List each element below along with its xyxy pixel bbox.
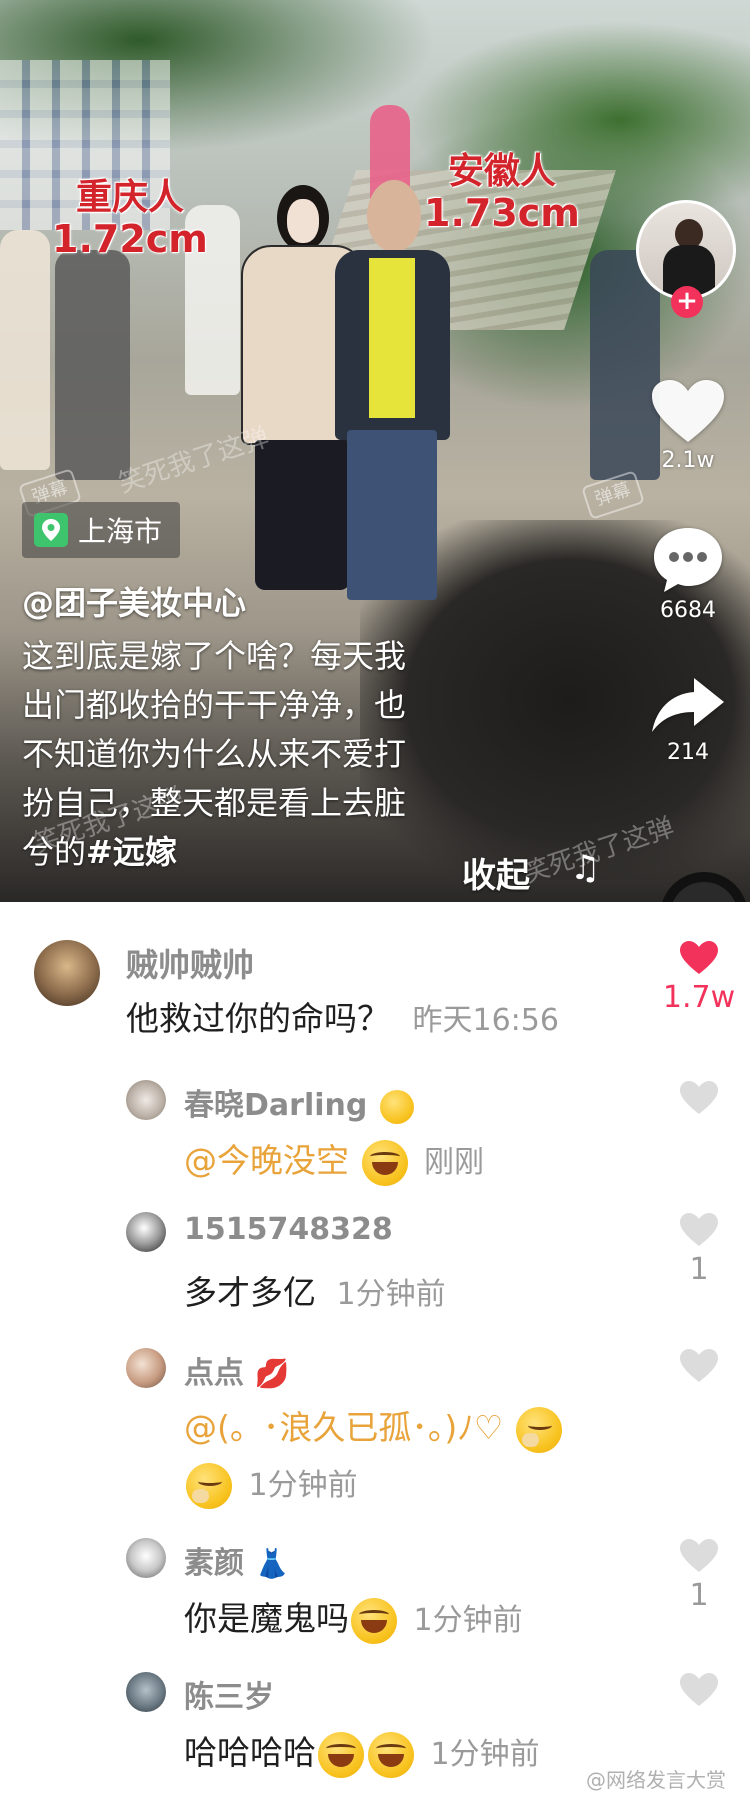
heart-icon: [652, 380, 724, 442]
comment-body: 他救过你的命吗？: [126, 999, 390, 1038]
comment-text: @今晚没空 刚刚: [184, 1134, 484, 1186]
comment-time: 1分钟前: [413, 1603, 523, 1638]
comment-like-button[interactable]: 1.7w: [654, 940, 744, 1015]
heart-filled-icon: [680, 941, 718, 974]
comment-author-name: 春晓Darling: [184, 1088, 368, 1123]
share-button[interactable]: 214: [648, 674, 728, 765]
footer-watermark: @网络发言大赏: [586, 1768, 726, 1792]
comment-like-button[interactable]: [654, 1080, 744, 1120]
man-figure: [335, 180, 450, 620]
avatar[interactable]: [126, 1538, 166, 1578]
share-arrow-icon: [652, 678, 724, 732]
comment-author[interactable]: 陈三岁: [184, 1672, 274, 1716]
comment-like-count: 1: [689, 1578, 709, 1613]
left-person-label: 重庆人 1.72cm: [52, 177, 208, 261]
caption-line: 不知道你为什么从来不爱打: [22, 735, 407, 773]
comment-like-button[interactable]: [654, 1672, 744, 1712]
comment-list[interactable]: 贼帅贼帅 他救过你的命吗？ 昨天16:56 1.7w 春晓Darling @今晚…: [0, 902, 750, 1799]
collapse-button[interactable]: 收起: [462, 848, 530, 897]
comment-text: 多才多亿 1分钟前: [184, 1266, 446, 1314]
background-person: [0, 230, 50, 470]
comment-body: 你是魔鬼吗: [184, 1599, 349, 1638]
video-player[interactable]: 重庆人 1.72cm 安徽人 1.73cm 笑死我了这弹 笑死我了这弹 笑死我了…: [0, 0, 750, 902]
kiss-emoji: 💋: [254, 1357, 290, 1390]
caption-line: 兮的: [22, 833, 87, 871]
location-pin-icon: [34, 513, 68, 547]
right-person-place: 安徽人: [447, 151, 556, 192]
avatar[interactable]: [126, 1348, 166, 1388]
caption-line: 扮自己，整天都是看上去脏: [22, 784, 407, 822]
left-person-height: 1.72cm: [52, 217, 208, 261]
comment-text: 你是魔鬼吗 1分钟前: [184, 1592, 523, 1644]
laugh-emoji: [361, 1139, 408, 1186]
like-count: 2.1w: [661, 448, 715, 473]
mention-link[interactable]: @今晚没空: [184, 1141, 349, 1180]
laugh-emoji: [351, 1597, 397, 1644]
woman-face: [287, 199, 319, 243]
comment-body: 哈哈哈哈: [184, 1733, 316, 1772]
author-handle[interactable]: @团子美妆中心: [22, 578, 246, 624]
like-button[interactable]: 2.1w: [648, 378, 728, 473]
comment-author-name: 点点: [184, 1356, 244, 1391]
video-caption: 这到底是嫁了个啥？每天我 出门都收拾的干干净净，也 不知道你为什么从来不爱打 扮…: [22, 632, 522, 877]
heart-outline-icon: [680, 1081, 718, 1114]
comment-text: @(。･浪久已孤･。)ﾉ♡ 1分钟前: [184, 1400, 564, 1514]
laugh-emoji: [318, 1731, 364, 1778]
comment-bubble-icon: [654, 528, 722, 592]
heart-outline-icon: [680, 1213, 718, 1246]
smiling-hearts-emoji: [379, 1089, 414, 1124]
avatar[interactable]: [34, 940, 100, 1006]
hashtag-link[interactable]: #远嫁: [86, 833, 177, 871]
heart-outline-icon: [680, 1539, 718, 1572]
comment-text: 他救过你的命吗？ 昨天16:56: [126, 992, 559, 1040]
comment-like-button[interactable]: 1: [654, 1212, 744, 1287]
caption-line: 这到底是嫁了个啥？每天我: [22, 637, 407, 675]
comment-button[interactable]: 6684: [648, 524, 728, 623]
heart-outline-icon: [680, 1349, 718, 1382]
dress-emoji: 👗: [254, 1547, 290, 1580]
follow-plus-icon[interactable]: +: [671, 286, 703, 318]
caption-last-line: 兮的#远嫁: [22, 828, 522, 877]
comment-author[interactable]: 素颜 👗: [184, 1538, 289, 1582]
man-head: [367, 180, 421, 252]
background-person: [55, 250, 130, 480]
comment-like-button[interactable]: 1: [654, 1538, 744, 1613]
heart-outline-icon: [680, 1673, 718, 1706]
comment-author[interactable]: 点点 💋: [184, 1348, 289, 1392]
comment-author[interactable]: 春晓Darling: [184, 1080, 416, 1124]
comment-author[interactable]: 贼帅贼帅: [126, 940, 254, 986]
avatar[interactable]: [126, 1212, 166, 1252]
man-shirt: [369, 258, 415, 418]
avatar[interactable]: [126, 1080, 166, 1120]
mention-link[interactable]: @(。･浪久已孤･。)ﾉ♡: [184, 1408, 503, 1447]
man-pants: [347, 430, 437, 600]
right-person-label: 安徽人 1.73cm: [424, 151, 580, 235]
right-person-height: 1.73cm: [424, 191, 580, 235]
comment-author-name: 素颜: [184, 1546, 244, 1581]
music-note-icon: ♫: [570, 848, 601, 888]
comment-author[interactable]: 1515748328: [184, 1212, 393, 1247]
share-count: 214: [667, 740, 709, 765]
comment-time: 1分钟前: [430, 1737, 540, 1772]
left-person-place: 重庆人: [75, 177, 184, 218]
laugh-emoji: [368, 1731, 414, 1778]
shy-emoji: [186, 1462, 232, 1509]
location-tag[interactable]: 上海市: [22, 502, 181, 558]
comment-time: 1分钟前: [248, 1468, 358, 1503]
comment-like-button[interactable]: [654, 1348, 744, 1388]
comment-text: 哈哈哈哈 1分钟前: [184, 1726, 540, 1778]
avatar[interactable]: [126, 1672, 166, 1712]
comment-like-count: 1: [689, 1252, 709, 1287]
comment-count: 6684: [660, 598, 716, 623]
comment-time: 1分钟前: [336, 1277, 446, 1312]
shy-emoji: [515, 1406, 562, 1453]
location-label: 上海市: [78, 515, 163, 548]
comment-time: 昨天16:56: [412, 1003, 559, 1038]
comment-time: 刚刚: [424, 1145, 484, 1180]
comment-like-count: 1.7w: [662, 980, 736, 1015]
comment-body: 多才多亿: [184, 1273, 316, 1312]
creator-avatar[interactable]: [636, 200, 736, 300]
caption-line: 出门都收拾的干干净净，也: [22, 686, 407, 724]
